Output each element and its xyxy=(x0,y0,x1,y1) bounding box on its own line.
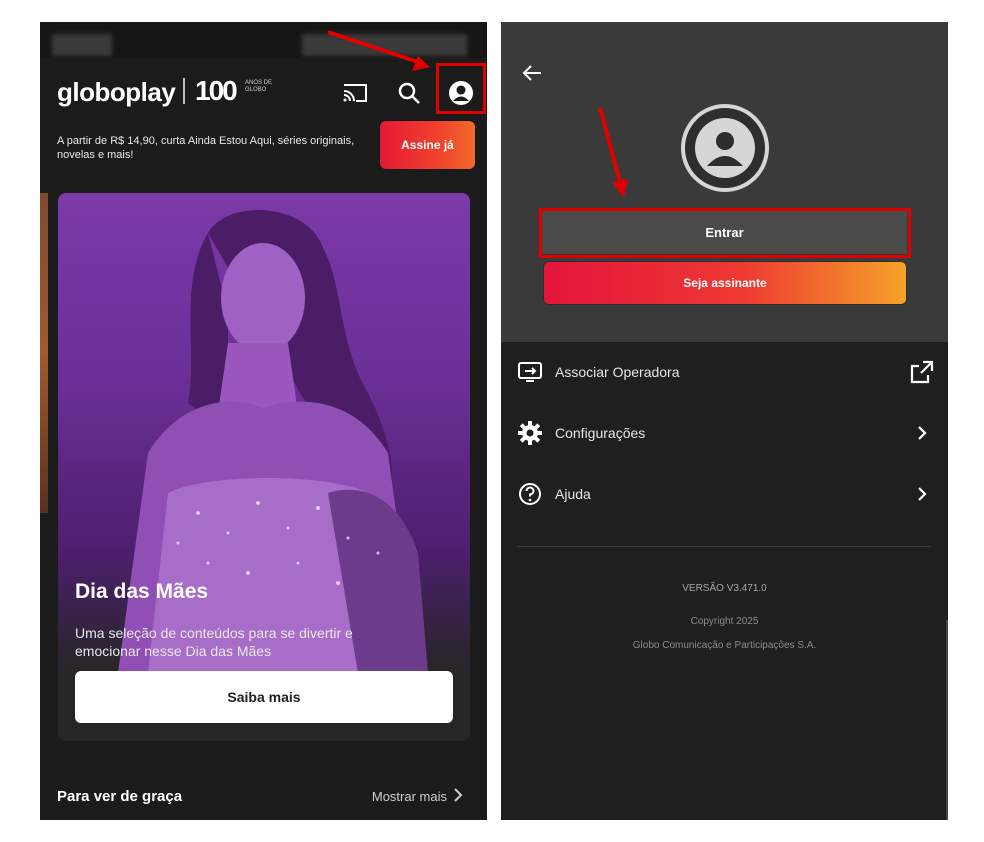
app-version: VERSÃO V3.471.0 xyxy=(682,583,767,594)
tv-link-icon xyxy=(517,359,543,385)
gear-icon xyxy=(517,420,543,446)
featured-description: Uma seleção de conteúdos para se diverti… xyxy=(75,625,353,659)
anniversary-subtitle: ANOS DE GLOBO xyxy=(245,80,273,93)
menu-label: Associar Operadora xyxy=(555,364,680,380)
menu-item-configuracoes[interactable]: Configurações xyxy=(517,413,935,453)
section-title: Para ver de graça xyxy=(57,788,183,805)
anniversary-logo: 100 xyxy=(195,75,238,106)
status-blur xyxy=(52,34,112,56)
profile-menu-screen: Entrar Seja assinante Associar Operadora… xyxy=(501,22,948,820)
logo-separator xyxy=(183,78,185,104)
annotation-arrow xyxy=(327,30,430,71)
company-name: Globo Comunicação e Participações S.A. xyxy=(632,640,817,651)
show-more-link[interactable]: Mostrar mais xyxy=(372,788,463,805)
chevron-right-icon xyxy=(909,481,935,507)
menu-label: Configurações xyxy=(555,425,646,441)
carousel-peek xyxy=(40,193,48,513)
menu-item-associar-operadora[interactable]: Associar Operadora xyxy=(517,352,935,392)
featured-title: Dia das Mães xyxy=(75,580,209,603)
highlight-profile xyxy=(436,63,486,114)
home-screen: globoplay 100 ANOS DE GLOBO A partir de … xyxy=(40,22,487,820)
chevron-right-icon xyxy=(453,788,463,805)
highlight-login xyxy=(539,208,911,258)
copyright: Copyright 2025 xyxy=(690,616,759,627)
promo-text: A partir de R$ 14,90, curta Ainda Estou … xyxy=(57,135,355,161)
annotation-arrow xyxy=(598,107,628,198)
scrollbar[interactable] xyxy=(946,620,948,820)
globoplay-logo[interactable]: globoplay xyxy=(57,77,176,108)
avatar xyxy=(681,104,769,192)
subscribe-button[interactable]: Seja assinante xyxy=(544,262,906,304)
chevron-right-icon xyxy=(909,420,935,446)
menu-label: Ajuda xyxy=(555,486,591,502)
external-link-icon xyxy=(909,359,935,385)
divider xyxy=(517,546,931,547)
menu-item-ajuda[interactable]: Ajuda xyxy=(517,474,935,514)
help-icon xyxy=(517,481,543,507)
learn-more-button[interactable]: Saiba mais xyxy=(75,671,453,723)
back-arrow-icon[interactable] xyxy=(521,62,543,84)
subscribe-button[interactable]: Assine já xyxy=(380,121,475,169)
featured-card[interactable]: Dia das Mães Uma seleção de conteúdos pa… xyxy=(58,193,470,741)
show-more-label: Mostrar mais xyxy=(371,789,447,804)
